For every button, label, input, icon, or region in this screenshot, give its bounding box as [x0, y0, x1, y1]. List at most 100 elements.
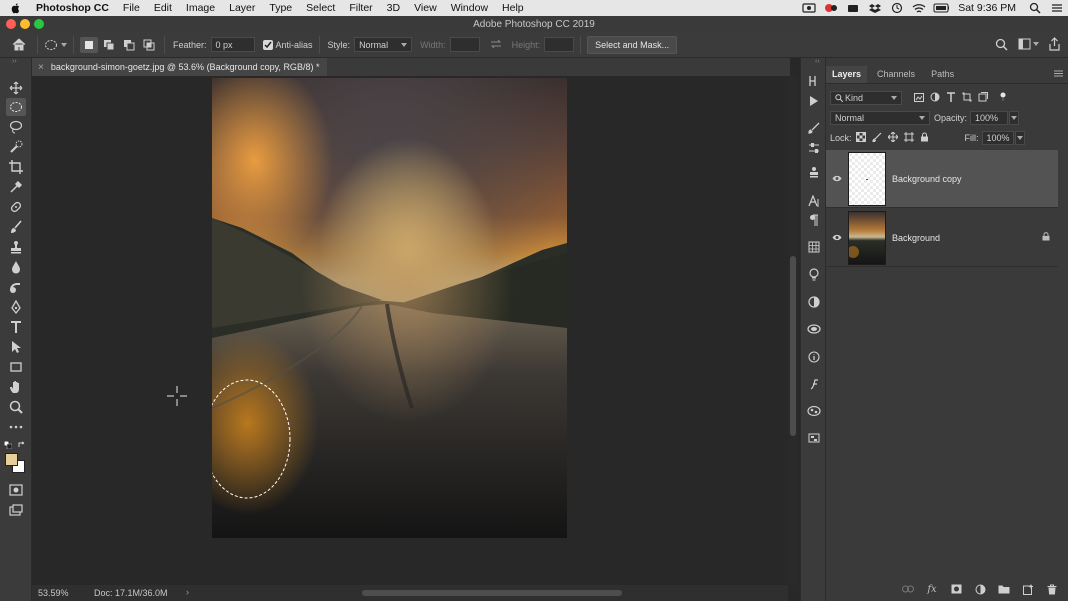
close-document-icon[interactable]: ×	[38, 62, 44, 73]
menubar-clock[interactable]: Sat 9:36 PM	[958, 2, 1016, 14]
panel-menu-icon[interactable]	[1054, 69, 1063, 79]
intersect-selection-icon[interactable]	[140, 37, 158, 53]
dropbox-icon[interactable]	[867, 2, 883, 14]
time-machine-icon[interactable]	[889, 2, 905, 14]
opacity-input[interactable]: 100%	[970, 111, 1009, 125]
antialias-checkbox[interactable]	[262, 39, 273, 50]
new-adjustment-layer-icon[interactable]	[974, 583, 986, 595]
document-image[interactable]	[212, 78, 567, 538]
healing-brush-tool-icon[interactable]	[6, 198, 26, 216]
lock-transparent-pixels-icon[interactable]	[855, 132, 866, 144]
hand-tool-icon[interactable]	[6, 378, 26, 396]
filter-type-icon[interactable]	[946, 92, 956, 104]
elliptical-marquee-tool-icon[interactable]	[6, 98, 26, 116]
menubar-app-icon[interactable]	[845, 2, 861, 14]
paragraph-panel-icon[interactable]	[805, 212, 823, 228]
grid-glyphs-panel-icon[interactable]	[805, 239, 823, 255]
delete-layer-trash-icon[interactable]	[1046, 583, 1058, 595]
screen-record-icon[interactable]	[801, 2, 817, 14]
blend-mode-select[interactable]: Normal	[830, 111, 930, 125]
new-selection-icon[interactable]	[80, 36, 98, 53]
default-colors-icon[interactable]	[3, 440, 13, 451]
feather-input[interactable]: 0 px	[210, 37, 255, 52]
menu-layer[interactable]: Layer	[222, 2, 262, 14]
status-menu-arrow[interactable]: ›	[186, 587, 189, 597]
quick-mask-icon[interactable]	[6, 481, 26, 499]
opacity-chevron-icon[interactable]	[1009, 111, 1020, 125]
glyphs-panel-icon[interactable]	[805, 376, 823, 392]
menu-help[interactable]: Help	[495, 2, 531, 14]
lasso-tool-icon[interactable]	[6, 118, 26, 136]
filter-adjustment-icon[interactable]	[930, 92, 940, 104]
lock-image-pixels-icon[interactable]	[871, 132, 882, 144]
menu-3d[interactable]: 3D	[380, 2, 407, 14]
learn-lightbulb-icon[interactable]	[805, 266, 823, 282]
add-layer-mask-icon[interactable]	[950, 583, 962, 595]
search-icon[interactable]	[995, 38, 1008, 53]
new-layer-icon[interactable]	[1022, 583, 1034, 595]
home-icon[interactable]	[11, 37, 27, 53]
lock-artboard-icon[interactable]	[903, 132, 914, 144]
wifi-icon[interactable]	[911, 2, 927, 14]
workspace-switcher-icon[interactable]	[1018, 38, 1039, 50]
elliptical-marquee-preset-icon[interactable]	[44, 39, 67, 51]
actions-panel-icon[interactable]	[805, 93, 823, 109]
eyedropper-tool-icon[interactable]	[6, 178, 26, 196]
path-selection-tool-icon[interactable]	[6, 338, 26, 356]
swap-colors-icon[interactable]	[18, 441, 26, 451]
zoom-window-button[interactable]	[34, 19, 44, 29]
tab-layers[interactable]: Layers	[826, 66, 868, 83]
brush-settings-panel-icon[interactable]	[805, 120, 823, 136]
properties-info-icon[interactable]	[805, 349, 823, 365]
timeline-panel-icon[interactable]	[805, 430, 823, 446]
horizontal-scrollbar-thumb[interactable]	[362, 590, 622, 596]
add-to-selection-icon[interactable]	[100, 37, 118, 53]
filter-pixel-icon[interactable]	[914, 92, 924, 104]
scrollbar-thumb[interactable]	[790, 256, 796, 436]
filter-shape-icon[interactable]	[962, 92, 972, 104]
type-tool-icon[interactable]	[6, 318, 26, 336]
menu-type[interactable]: Type	[262, 2, 299, 14]
fill-input[interactable]: 100%	[981, 131, 1014, 145]
visibility-eye-icon[interactable]	[826, 234, 848, 241]
libraries-panel-icon[interactable]	[805, 321, 823, 337]
canvas-vertical-scrollbar[interactable]	[788, 76, 798, 585]
more-tools-icon[interactable]	[6, 418, 26, 436]
history-brush-tool-icon[interactable]	[6, 278, 26, 296]
filter-toggle-icon[interactable]	[1000, 92, 1006, 104]
clone-source-panel-icon[interactable]	[805, 164, 823, 180]
notification-center-icon[interactable]	[1049, 2, 1065, 14]
3d-panel-icon[interactable]	[805, 403, 823, 419]
adjustments-sliders-icon[interactable]	[805, 140, 823, 156]
filter-kind-select[interactable]: Kind	[830, 91, 902, 105]
swap-width-height-icon[interactable]	[490, 39, 502, 51]
menu-select[interactable]: Select	[299, 2, 342, 14]
menu-window[interactable]: Window	[444, 2, 495, 14]
screen-mode-icon[interactable]	[6, 501, 26, 519]
subtract-from-selection-icon[interactable]	[120, 37, 138, 53]
adjustments-panel-icon[interactable]	[805, 294, 823, 310]
zoom-tool-icon[interactable]	[6, 398, 26, 416]
height-input[interactable]	[544, 37, 575, 52]
lock-position-icon[interactable]	[887, 131, 898, 144]
toolbar-collapse-icon[interactable]: ››	[12, 58, 17, 65]
menu-filter[interactable]: Filter	[342, 2, 379, 14]
filter-smart-object-icon[interactable]	[978, 92, 988, 104]
zoom-level[interactable]: 53.59%	[38, 588, 69, 598]
layer-name[interactable]: Background copy	[892, 174, 962, 184]
layer-row-background-copy[interactable]: Background copy	[826, 150, 1058, 208]
blur-tool-icon[interactable]	[6, 258, 26, 276]
new-group-folder-icon[interactable]	[998, 583, 1010, 595]
rectangle-tool-icon[interactable]	[6, 358, 26, 376]
tab-paths[interactable]: Paths	[925, 66, 960, 83]
tab-channels[interactable]: Channels	[871, 66, 921, 83]
quick-selection-tool-icon[interactable]	[6, 138, 26, 156]
foreground-color-swatch[interactable]	[5, 453, 18, 466]
style-select[interactable]: Normal	[354, 37, 413, 52]
lock-all-icon[interactable]	[920, 132, 929, 144]
move-tool-icon[interactable]	[6, 79, 26, 97]
select-and-mask-button[interactable]: Select and Mask...	[587, 35, 678, 54]
layer-name[interactable]: Background	[892, 233, 940, 243]
strip-collapse-icon[interactable]: ‹‹	[815, 58, 820, 65]
brush-tool-icon[interactable]	[6, 218, 26, 236]
